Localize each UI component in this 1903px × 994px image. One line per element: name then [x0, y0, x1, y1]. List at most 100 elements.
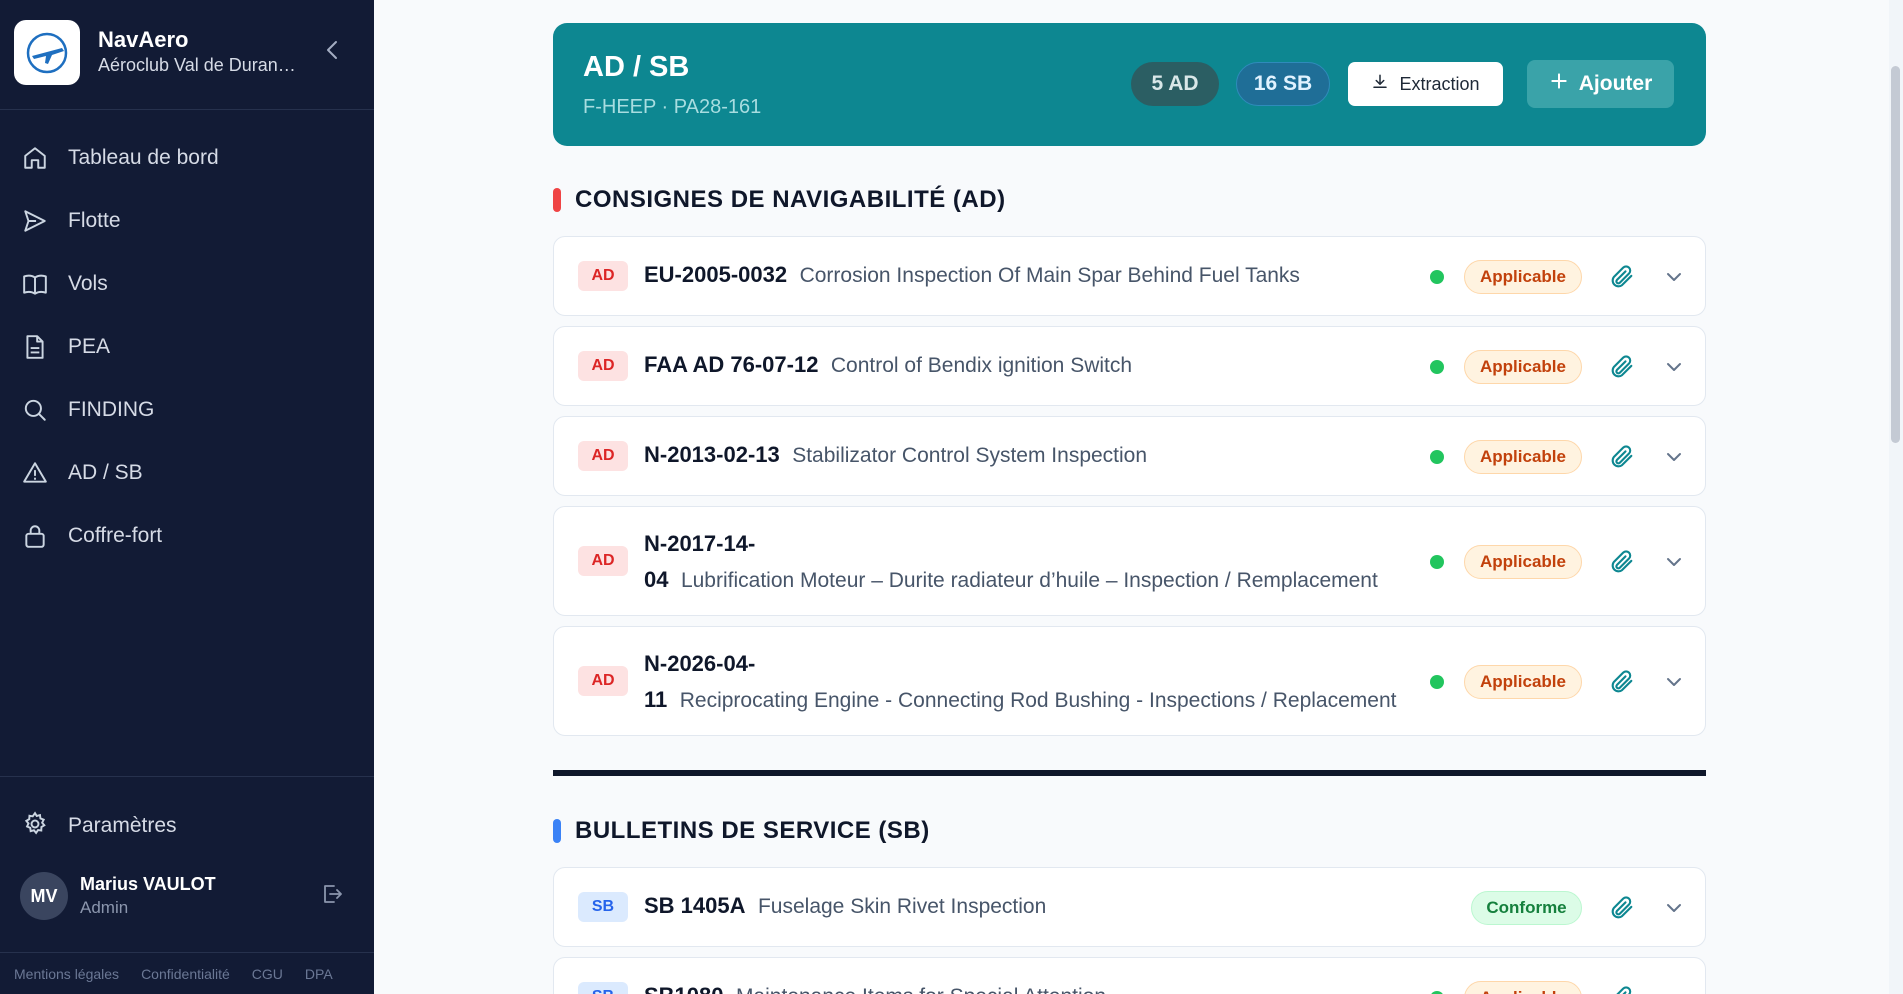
club-name: Aéroclub Val de Duran…: [98, 55, 296, 75]
sidebar-item-label: Flotte: [68, 208, 121, 232]
sidebar-item-vault[interactable]: Coffre-fort: [0, 504, 374, 567]
ad-description: Reciprocating Engine - Connecting Rod Bu…: [679, 689, 1397, 712]
chevron-down-icon[interactable]: [1662, 445, 1686, 469]
sidebar-item-flights[interactable]: Vols: [0, 252, 374, 315]
ad-description: Corrosion Inspection Of Main Spar Behind…: [799, 264, 1300, 287]
ad-reference: N-2026-04-: [644, 651, 756, 676]
ad-description: Stabilizator Control System Inspection: [792, 444, 1148, 467]
ad-accent-bar: [553, 188, 561, 212]
home-icon: [22, 145, 48, 171]
sb-count-badge[interactable]: 16 SB: [1236, 62, 1330, 106]
paperclip-icon[interactable]: [1608, 443, 1636, 471]
status-badge: Conforme: [1471, 891, 1582, 925]
sidebar-item-label: Coffre-fort: [68, 523, 163, 547]
sb-row[interactable]: SB SB 1405A Fuselage Skin Rivet Inspecti…: [553, 867, 1706, 947]
warning-icon: [22, 460, 48, 486]
link-cgu[interactable]: CGU: [252, 966, 283, 982]
scrollbar-thumb[interactable]: [1891, 66, 1900, 443]
ad-reference: N-2013-02-13: [644, 442, 780, 467]
status-dot: [1430, 360, 1444, 374]
link-legal[interactable]: Mentions légales: [14, 966, 119, 982]
book-icon: [22, 271, 48, 297]
ad-section-title: CONSIGNES DE NAVIGABILITÉ (AD): [553, 186, 1006, 214]
file-icon: [22, 334, 48, 360]
sidebar-item-dashboard[interactable]: Tableau de bord: [0, 126, 374, 189]
ad-row[interactable]: AD FAA AD 76-07-12 Control of Bendix ign…: [553, 326, 1706, 406]
ad-row[interactable]: AD EU-2005-0032 Corrosion Inspection Of …: [553, 236, 1706, 316]
sb-row[interactable]: SB SB1080 Maintenance Items for Special …: [553, 957, 1706, 994]
chevron-down-icon[interactable]: [1662, 550, 1686, 574]
avatar: MV: [20, 872, 68, 920]
chevron-down-icon[interactable]: [1662, 986, 1686, 994]
sidebar-item-pea[interactable]: PEA: [0, 315, 374, 378]
sidebar-item-settings[interactable]: Paramètres: [22, 810, 177, 842]
sb-description: Fuselage Skin Rivet Inspection: [757, 895, 1047, 918]
sidebar-nav: Tableau de bord Flotte Vols PEA FINDING: [0, 126, 374, 567]
gear-icon: [22, 810, 48, 842]
chevron-down-icon[interactable]: [1662, 670, 1686, 694]
add-label: Ajouter: [1578, 72, 1653, 95]
sidebar-item-label: Vols: [68, 271, 108, 295]
collapse-sidebar-icon[interactable]: [322, 38, 342, 62]
chevron-down-icon[interactable]: [1662, 355, 1686, 379]
add-button[interactable]: Ajouter: [1527, 60, 1674, 108]
ad-row[interactable]: AD N-2017-14- 04 Lubrification Moteur – …: [553, 506, 1706, 616]
sidebar: NavAero Aéroclub Val de Duran… Tableau d…: [0, 0, 374, 994]
sidebar-item-ad-sb[interactable]: AD / SB: [0, 441, 374, 504]
status-badge: Applicable: [1464, 260, 1582, 294]
paperclip-icon[interactable]: [1608, 984, 1636, 994]
status-badge: Applicable: [1464, 665, 1582, 699]
sidebar-item-label: AD / SB: [68, 460, 143, 484]
brand-header: NavAero Aéroclub Val de Duran…: [0, 0, 374, 110]
sb-section-heading: BULLETINS DE SERVICE (SB): [575, 817, 930, 844]
sidebar-item-label: Tableau de bord: [68, 145, 219, 169]
sidebar-item-finding[interactable]: FINDING: [0, 378, 374, 441]
logout-icon[interactable]: [320, 882, 344, 911]
main-content: AD / SB F-HEEP · PA28-161 5 AD 16 SB Ext…: [374, 0, 1903, 994]
ad-row[interactable]: AD N-2013-02-13 Stabilizator Control Sys…: [553, 416, 1706, 496]
chevron-down-icon[interactable]: [1662, 896, 1686, 920]
chevron-down-icon[interactable]: [1662, 265, 1686, 289]
ad-tag: AD: [578, 666, 628, 696]
ad-row[interactable]: AD N-2026-04- 11 Reciprocating Engine - …: [553, 626, 1706, 736]
aircraft-subtitle: F-HEEP · PA28-161: [583, 96, 762, 118]
sb-tag: SB: [578, 892, 628, 922]
ad-count-badge[interactable]: 5 AD: [1131, 62, 1219, 106]
footer-divider: [0, 952, 374, 953]
ad-section-heading: CONSIGNES DE NAVIGABILITÉ (AD): [575, 186, 1006, 213]
paperclip-icon[interactable]: [1608, 894, 1636, 922]
search-icon: [22, 397, 48, 423]
status-dot: [1430, 675, 1444, 689]
user-name: Marius VAULOT: [80, 874, 216, 894]
ad-reference: EU-2005-0032: [644, 262, 788, 287]
paperclip-icon[interactable]: [1608, 548, 1636, 576]
paperclip-icon[interactable]: [1608, 668, 1636, 696]
sb-section-title: BULLETINS DE SERVICE (SB): [553, 817, 930, 845]
sb-description: Maintenance Items for Special Attention: [736, 985, 1106, 994]
extraction-button[interactable]: Extraction: [1348, 62, 1503, 106]
paperclip-icon[interactable]: [1608, 353, 1636, 381]
section-divider: [553, 770, 1706, 776]
ad-reference-cont: 11: [644, 687, 668, 712]
status-badge: Applicable: [1464, 981, 1582, 994]
download-icon: [1371, 73, 1389, 96]
sidebar-item-label: PEA: [68, 334, 111, 358]
user-profile: MV Marius VAULOT Admin: [20, 872, 354, 928]
sb-reference: SB1080: [644, 983, 724, 994]
plus-icon: [1549, 71, 1569, 97]
status-badge: Applicable: [1464, 440, 1582, 474]
ad-tag: AD: [578, 441, 628, 471]
extraction-label: Extraction: [1399, 73, 1480, 94]
status-badge: Applicable: [1464, 350, 1582, 384]
status-dot: [1430, 270, 1444, 284]
page-title: AD / SB: [583, 51, 690, 83]
link-privacy[interactable]: Confidentialité: [141, 966, 230, 982]
paperclip-icon[interactable]: [1608, 263, 1636, 291]
sidebar-bottom: Paramètres MV Marius VAULOT Admin: [0, 776, 374, 920]
page-header: AD / SB F-HEEP · PA28-161 5 AD 16 SB Ext…: [553, 23, 1706, 146]
link-dpa[interactable]: DPA: [305, 966, 333, 982]
ad-tag: AD: [578, 261, 628, 291]
lock-icon: [22, 523, 48, 549]
sidebar-item-fleet[interactable]: Flotte: [0, 189, 374, 252]
sb-reference: SB 1405A: [644, 893, 746, 918]
